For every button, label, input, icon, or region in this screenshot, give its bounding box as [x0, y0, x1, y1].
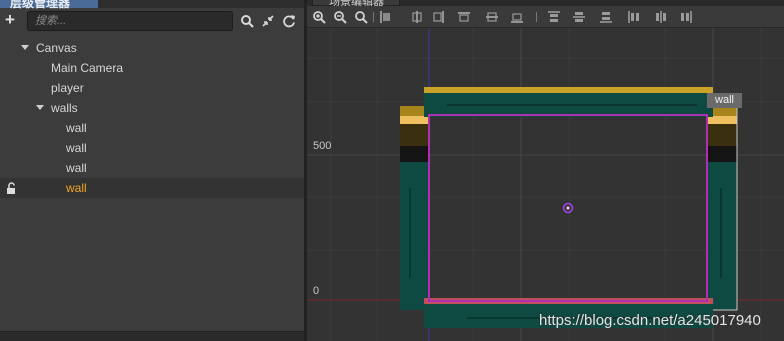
tree-node-label: Canvas: [36, 41, 77, 55]
caret-down-icon[interactable]: [21, 45, 29, 50]
distribute-h-center-icon[interactable]: [654, 10, 668, 24]
axis-label-500: 500: [313, 140, 332, 152]
scene-toolbar: [307, 6, 784, 28]
tree-node-player[interactable]: player: [0, 78, 304, 98]
anchor-point-icon[interactable]: [562, 202, 574, 214]
toolbar-separator: [373, 12, 374, 22]
scene-editor: 场景编辑器 500 0 wall https://blog.csdn.net/a…: [307, 0, 784, 341]
tree-node-wall[interactable]: wall: [0, 118, 304, 138]
align-bottom-icon[interactable]: [510, 10, 524, 24]
lock-icon[interactable]: [6, 182, 18, 194]
axis-label-0: 0: [313, 285, 320, 297]
zoom-out-icon[interactable]: [333, 10, 347, 24]
wall-right[interactable]: [706, 105, 738, 311]
align-right-icon[interactable]: [431, 10, 445, 24]
hierarchy-tab[interactable]: 层级管理器: [0, 0, 98, 10]
align-left-icon[interactable]: [379, 10, 393, 24]
distribute-top-icon[interactable]: [547, 10, 561, 24]
distribute-left-icon[interactable]: [627, 10, 641, 24]
tree-node-wall-selected[interactable]: wall: [0, 178, 304, 198]
align-top-icon[interactable]: [457, 10, 471, 24]
selected-node-tag: wall: [707, 93, 742, 108]
tree-node-label: wall: [66, 141, 87, 155]
hierarchy-tabbar: 层级管理器: [0, 0, 304, 10]
wall-top[interactable]: [424, 87, 713, 117]
tree-node-canvas[interactable]: Canvas: [0, 38, 304, 58]
scene-canvas[interactable]: 500 0 wall https://blog.csdn.net/a245017…: [307, 28, 784, 341]
tree-node-label: wall: [66, 181, 87, 195]
search-icon[interactable]: [240, 14, 254, 28]
tree-node-label: Main Camera: [51, 61, 124, 75]
hierarchy-panel: 层级管理器 + 搜索... Canvas Main Camera player: [0, 0, 304, 341]
caret-down-icon[interactable]: [36, 105, 44, 110]
distribute-bottom-icon[interactable]: [599, 10, 613, 24]
collapse-icon[interactable]: [261, 14, 275, 28]
tree-node-main-camera[interactable]: Main Camera: [0, 58, 304, 78]
tree-node-walls[interactable]: walls: [0, 98, 304, 118]
zoom-in-icon[interactable]: [312, 10, 326, 24]
scene-viewport: [307, 28, 784, 341]
hierarchy-bottom-bar: [0, 331, 304, 341]
tree-node-wall[interactable]: wall: [0, 138, 304, 158]
tree-node-wall[interactable]: wall: [0, 158, 304, 178]
hierarchy-toolbar: + 搜索...: [0, 10, 304, 32]
tree-node-label: player: [51, 81, 84, 95]
toolbar-separator: [536, 12, 537, 22]
distribute-right-icon[interactable]: [679, 10, 693, 24]
distribute-v-center-icon[interactable]: [572, 10, 586, 24]
align-v-center-icon[interactable]: [485, 10, 499, 24]
search-input[interactable]: 搜索...: [27, 11, 233, 31]
refresh-icon[interactable]: [282, 14, 296, 28]
plus-icon[interactable]: +: [5, 11, 19, 29]
tree-node-label: wall: [66, 161, 87, 175]
tree-node-label: walls: [51, 101, 78, 115]
watermark: https://blog.csdn.net/a245017940: [539, 312, 761, 329]
tree-node-label: wall: [66, 121, 87, 135]
wall-left[interactable]: [400, 106, 430, 310]
align-h-center-icon[interactable]: [410, 10, 424, 24]
zoom-reset-icon[interactable]: [354, 10, 368, 24]
